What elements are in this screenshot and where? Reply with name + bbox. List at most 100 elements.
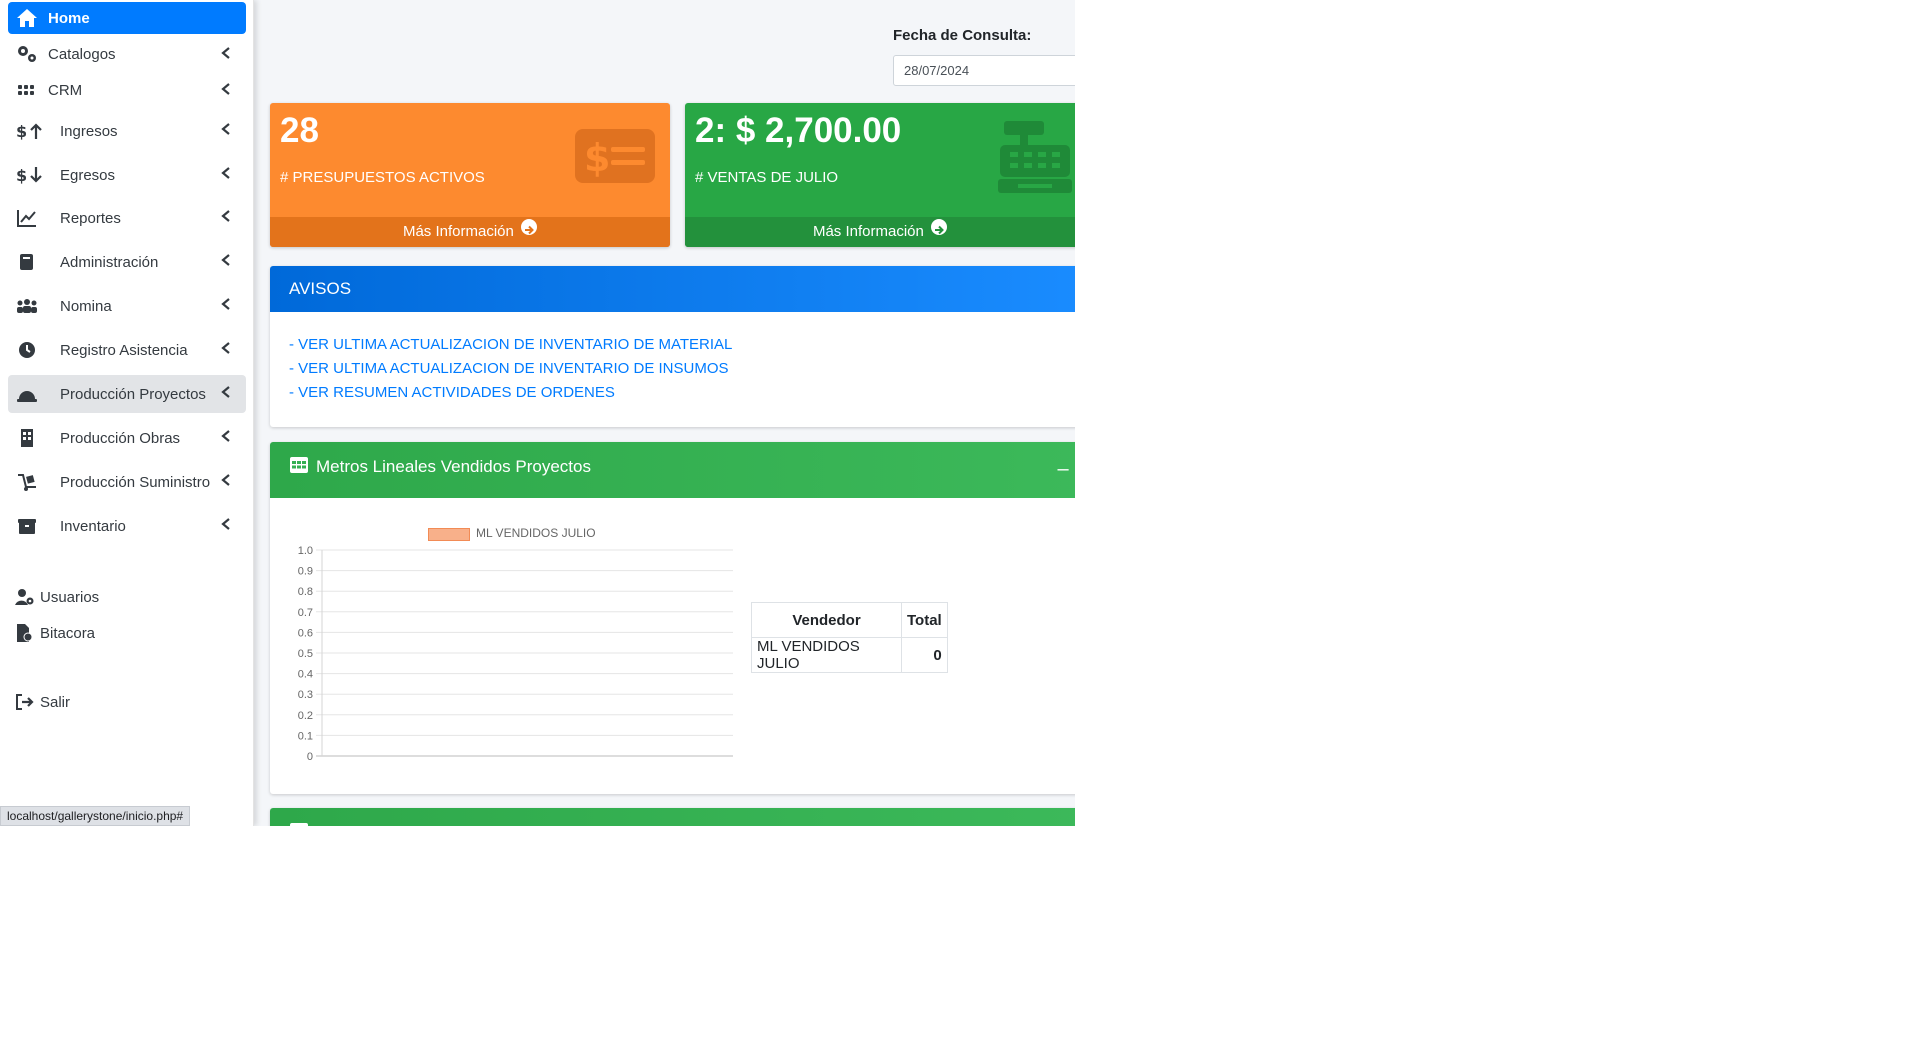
sidebar-item-label: Ingresos [60,122,118,140]
sidebar-item-7[interactable]: Nomina [8,287,246,325]
sign-out-icon [14,692,36,712]
sidebar-item-3[interactable]: $ Ingresos [8,112,246,150]
sidebar-item-0[interactable]: Home [8,2,246,34]
dollar-up-icon: $ [16,121,48,141]
aviso-link-material[interactable]: - VER ULTIMA ACTUALIZACION DE INVENTARIO… [289,336,732,353]
chevron-left-icon [220,297,232,311]
sidebar-item-label: Egresos [60,166,116,184]
sidebar-item-8[interactable]: Registro Asistencia [8,331,246,369]
y-tick-label: 0.2 [298,710,313,722]
sidebar-item-usuarios[interactable]: Usuarios [8,581,246,613]
sidebar-item-label: Producción Suministro [60,473,211,491]
cash-register-icon [998,121,1072,193]
sidebar-item-10[interactable]: Producción Obras [8,419,246,457]
sidebar-item-salir[interactable]: Salir [8,686,246,718]
chevron-left-icon [220,46,232,60]
box-text: # PRESUPUESTOS ACTIVOS [280,169,485,186]
chevron-left-icon [220,82,232,96]
aviso-link-insumos[interactable]: - VER ULTIMA ACTUALIZACION DE INVENTARIO… [289,360,729,377]
cogs-icon [16,44,38,64]
mas-informacion-link[interactable]: Más Información [270,217,670,247]
chevron-left-icon [220,209,232,223]
sidebar-item-label: Nomina [60,297,112,315]
aviso-link-ordenes[interactable]: - VER RESUMEN ACTIVIDADES DE ORDENES [289,384,615,401]
table-header: Vendedor [751,602,902,638]
vendedor-table: Vendedor Total ML VENDIDOS JULIO 0 [751,602,948,673]
sidebar-item-12[interactable]: Inventario [8,507,246,545]
y-tick-label: 0 [307,751,313,763]
y-tick-label: 0.7 [298,607,313,619]
box-value: 2: $ 2,700.00 [695,111,902,150]
avisos-title: AVISOS [270,266,1075,312]
sidebar-item-label: CRM [48,81,83,99]
date-label: Fecha de Consulta: [893,27,1032,44]
legend-label: ML VENDIDOS JULIO [476,526,596,540]
bar-chart: 1.0 0.9 0.8 0.7 0.6 0.5 0.4 0.3 0.2 0.1 0 [298,545,733,763]
collapse-button[interactable]: – [1048,456,1075,484]
sidebar-item-5[interactable]: Reportes [8,199,246,237]
date-input[interactable]: 28/07/2024 [893,55,1075,86]
clock-icon [16,340,38,360]
svg-text:$: $ [16,166,27,185]
chevron-left-icon [220,122,232,136]
sidebar-item-label: Administración [60,253,159,271]
sidebar-item-label: Producción Proyectos [60,385,206,403]
line-chart-icon [16,208,38,228]
y-tick-label: 0.8 [298,586,313,598]
sidebar-item-label: Salir [40,693,71,711]
sidebar-item-bitacora[interactable]: Bitacora [8,617,246,649]
y-tick-label: 0.9 [298,566,313,578]
user-cog-icon [14,587,36,607]
table-row: ML VENDIDOS JULIO 0 [751,637,948,673]
sidebar-item-11[interactable]: Producción Suministro [8,463,246,501]
table-icon [290,823,308,826]
money-bill-icon: $ [575,129,655,183]
arrow-circle-right-icon [931,219,948,235]
sidebar-item-1[interactable]: Catalogos [8,38,246,70]
sidebar-item-label: Usuarios [40,588,100,606]
card-header: Metros Lineales Vendidos Obras [270,808,1075,826]
chevron-left-icon [220,253,232,267]
y-tick-label: 0.3 [298,689,313,701]
card-title: Metros Lineales Vendidos Obras [316,808,562,826]
ventas-box: 2: $ 2,700.00 # VENTAS DE JULIO Más Info… [685,103,1075,247]
browser-viewport: Home Catalogos CRM $ Ingresos $ Egresos Reporte… [0,0,1075,826]
footer-label: Más Información [812,223,924,240]
table-icon [290,457,308,473]
sidebar: Home Catalogos CRM $ Ingresos $ Egresos Reporte… [0,0,254,826]
presupuestos-box: 28 # PRESUPUESTOS ACTIVOS $ Más Informac… [270,103,670,247]
sidebar-item-2[interactable]: CRM [8,74,246,106]
card-title: Metros Lineales Vendidos Proyectos [316,457,591,476]
chevron-left-icon [220,517,232,531]
hard-hat-icon [16,384,38,404]
sidebar-item-label: Bitacora [40,624,96,642]
building-icon [16,428,38,448]
sidebar-item-label: Reportes [60,209,121,227]
chevron-left-icon [220,166,232,180]
sidebar-item-label: Producción Obras [60,429,181,447]
sidebar-item-label: Home [48,9,90,27]
metros-obras-card: Metros Lineales Vendidos Obras [270,808,1075,826]
table-header: Total [901,602,948,638]
card-header: Metros Lineales Vendidos Proyectos – [270,442,1075,498]
y-tick-label: 0.1 [298,730,313,742]
mas-informacion-link[interactable]: Más Información [685,217,1075,247]
box-text: # VENTAS DE JULIO [695,169,839,186]
book-icon [16,252,38,272]
sidebar-item-9[interactable]: Producción Proyectos [8,375,246,413]
chevron-left-icon [220,429,232,443]
sidebar-item-6[interactable]: Administración [8,243,246,281]
dolly-icon [16,472,38,492]
y-tick-label: 1.0 [298,545,313,557]
users-icon [16,296,38,316]
sidebar-item-4[interactable]: $ Egresos [8,156,246,194]
y-tick-label: 0.4 [298,669,313,681]
home-icon [16,8,38,28]
sidebar-item-label: Registro Asistencia [60,341,188,359]
arrow-circle-right-icon [521,219,538,235]
chevron-left-icon [220,473,232,487]
status-url: localhost/gallerystone/inicio.php# [0,806,191,826]
svg-text:$: $ [16,122,27,141]
footer-label: Más Información [402,223,514,240]
box-icon [16,516,38,536]
